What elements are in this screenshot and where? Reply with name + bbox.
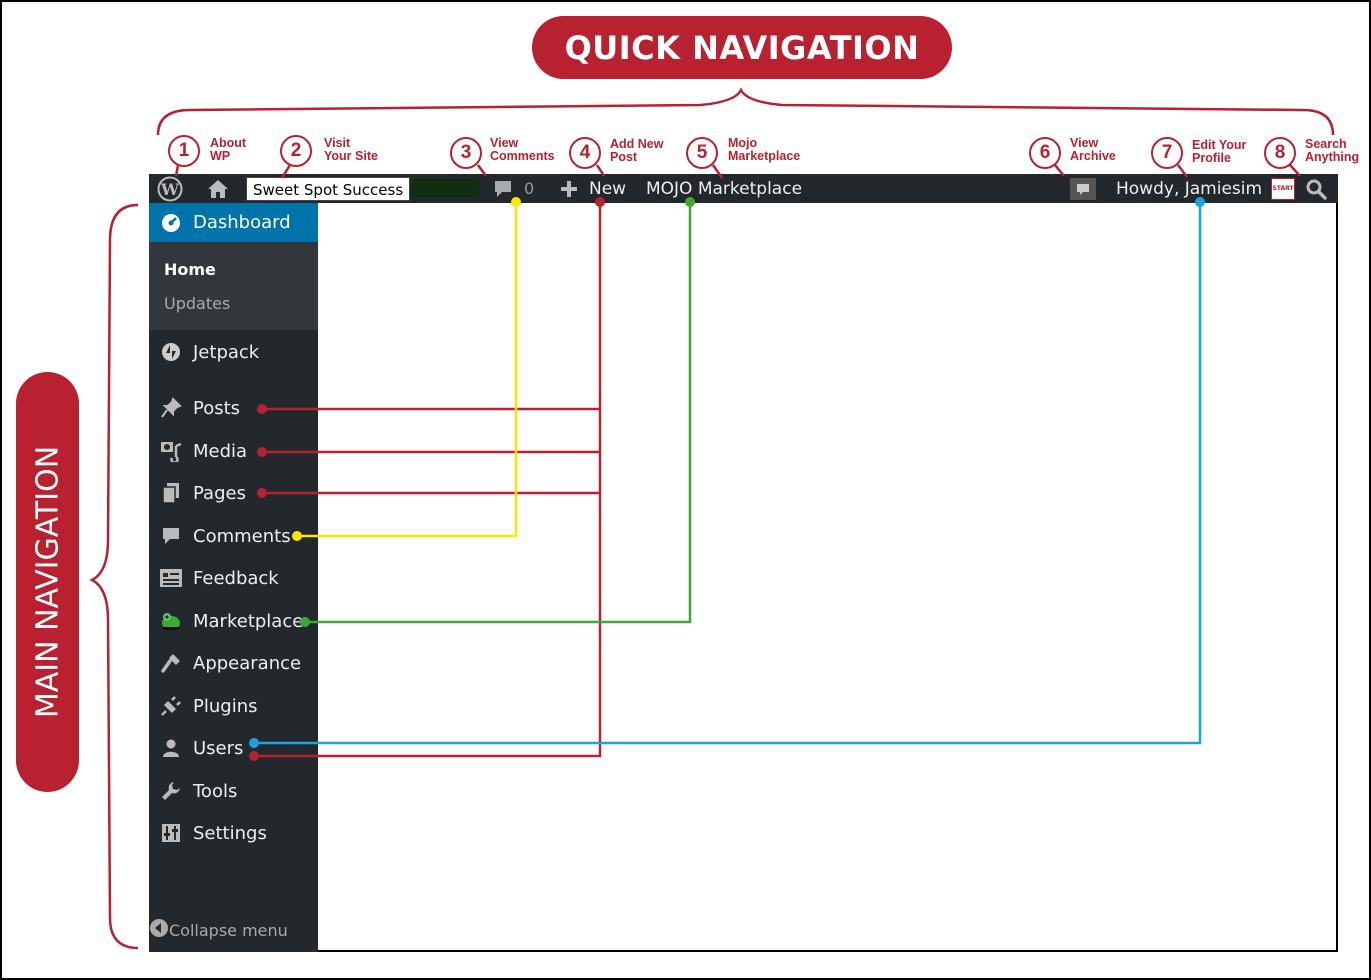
- admin-bar: W Sweet Spot Success 0 New MOJO Marketpl…: [149, 174, 1338, 203]
- callout-5: 5: [686, 137, 718, 169]
- menu-appearance[interactable]: Appearance: [149, 648, 318, 678]
- pin-icon: [149, 397, 193, 419]
- collapse-menu-button[interactable]: Collapse menu: [149, 915, 318, 945]
- comments-button[interactable]: 0: [492, 174, 534, 203]
- menu-feedback-label: Feedback: [193, 567, 279, 589]
- callout-1-label: About WP: [210, 137, 246, 163]
- submenu-home[interactable]: Home: [164, 260, 216, 279]
- menu-pages-label: Pages: [193, 482, 246, 504]
- main-navigation-title: MAIN NAVIGATION: [16, 372, 79, 792]
- home-button[interactable]: [207, 174, 229, 203]
- callout-3: 3: [450, 137, 482, 169]
- menu-settings[interactable]: Settings: [149, 818, 318, 848]
- admin-sidebar: Dashboard Home Updates Jetpack Posts Med…: [149, 203, 318, 952]
- callout-text-line: Profile: [1192, 151, 1231, 165]
- callout-text-line: Anything: [1305, 150, 1360, 164]
- callout-text-line: Your Site: [324, 149, 378, 163]
- paintbrush-icon: [149, 652, 193, 674]
- menu-tools-label: Tools: [193, 780, 238, 802]
- callout-5-label: Mojo Marketplace: [728, 137, 800, 163]
- menu-plugins-label: Plugins: [193, 695, 258, 717]
- callout-3-label: View Comments: [490, 137, 555, 163]
- callout-text-line: Archive: [1070, 149, 1116, 163]
- new-label: New: [589, 178, 627, 199]
- menu-jetpack-label: Jetpack: [193, 341, 260, 363]
- menu-feedback[interactable]: Feedback: [149, 563, 318, 593]
- jetpack-icon: [149, 342, 193, 362]
- media-icon: [149, 440, 193, 462]
- menu-plugins[interactable]: Plugins: [149, 691, 318, 721]
- menu-settings-label: Settings: [193, 822, 267, 844]
- menu-media[interactable]: Media: [149, 436, 318, 466]
- wordpress-icon: W: [157, 176, 183, 201]
- callout-6-label: View Archive: [1070, 137, 1116, 163]
- dashboard-icon: [149, 213, 193, 233]
- plus-icon: [561, 180, 577, 197]
- comment-count: 0: [524, 179, 535, 198]
- howdy-label: Howdy, Jamiesim: [1116, 178, 1263, 199]
- menu-tools[interactable]: Tools: [149, 776, 318, 806]
- archive-icon: [1070, 177, 1096, 200]
- menu-media-label: Media: [193, 440, 248, 462]
- callout-8-label: Search Anything: [1305, 138, 1359, 164]
- callout-text-line: WP: [210, 149, 231, 163]
- main-navigation-label: MAIN NAVIGATION: [30, 445, 65, 719]
- callout-2-label: Visit Your Site: [324, 137, 378, 163]
- menu-jetpack[interactable]: Jetpack: [149, 337, 318, 367]
- collapse-icon: [149, 918, 169, 942]
- menu-comments[interactable]: Comments: [149, 521, 318, 551]
- content-area: [318, 203, 1338, 952]
- menu-appearance-label: Appearance: [193, 652, 302, 674]
- callout-text-line: Comments: [490, 149, 555, 163]
- comments-icon: [149, 526, 193, 546]
- menu-dashboard[interactable]: Dashboard: [149, 203, 318, 242]
- mojo-label: MOJO Marketplace: [646, 178, 803, 199]
- plugin-icon: [149, 695, 193, 717]
- callout-2: 2: [280, 135, 312, 167]
- callout-7-label: Edit Your Profile: [1192, 139, 1246, 165]
- callout-8: 8: [1264, 137, 1296, 169]
- wp-logo-button[interactable]: W: [157, 174, 183, 203]
- archive-button[interactable]: [1069, 174, 1097, 203]
- marketplace-icon: [149, 610, 193, 632]
- search-button[interactable]: [1305, 174, 1327, 203]
- profile-menu[interactable]: Howdy, Jamiesim START: [1116, 174, 1296, 203]
- menu-pages[interactable]: Pages: [149, 478, 318, 508]
- callout-6: 6: [1029, 137, 1061, 169]
- site-name: Sweet Spot Success: [246, 176, 411, 201]
- callout-text-line: Post: [610, 150, 638, 164]
- callout-text-line: Marketplace: [728, 149, 801, 163]
- menu-marketplace-label: Marketplace: [193, 610, 304, 632]
- home-icon: [208, 179, 228, 198]
- avatar: START: [1271, 177, 1296, 200]
- pages-icon: [149, 482, 193, 504]
- callout-7: 7: [1151, 137, 1183, 169]
- visit-site-link[interactable]: Sweet Spot Success: [246, 174, 411, 203]
- menu-posts[interactable]: Posts: [149, 393, 318, 423]
- feedback-icon: [149, 568, 193, 588]
- menu-users-label: Users: [193, 737, 244, 759]
- collapse-menu-label: Collapse menu: [169, 920, 288, 940]
- submenu-updates[interactable]: Updates: [164, 294, 230, 313]
- callout-4-label: Add New Post: [610, 138, 663, 164]
- menu-comments-label: Comments: [193, 525, 291, 547]
- settings-icon: [149, 823, 193, 843]
- wrench-icon: [149, 780, 193, 802]
- menu-marketplace[interactable]: Marketplace: [149, 606, 318, 636]
- search-icon: [1306, 179, 1327, 200]
- menu-users[interactable]: Users: [149, 733, 318, 763]
- dashboard-submenu: Home Updates: [149, 242, 318, 330]
- svg-text:W: W: [160, 180, 180, 199]
- comment-icon: [495, 180, 511, 197]
- menu-posts-label: Posts: [193, 397, 241, 419]
- callout-1: 1: [168, 135, 200, 167]
- user-icon: [149, 738, 193, 758]
- quick-navigation-title: QUICK NAVIGATION: [532, 16, 952, 79]
- mojo-marketplace-link[interactable]: MOJO Marketplace: [646, 174, 802, 203]
- menu-dashboard-label: Dashboard: [193, 212, 291, 233]
- callout-4: 4: [569, 137, 601, 169]
- new-content-button[interactable]: New: [559, 174, 626, 203]
